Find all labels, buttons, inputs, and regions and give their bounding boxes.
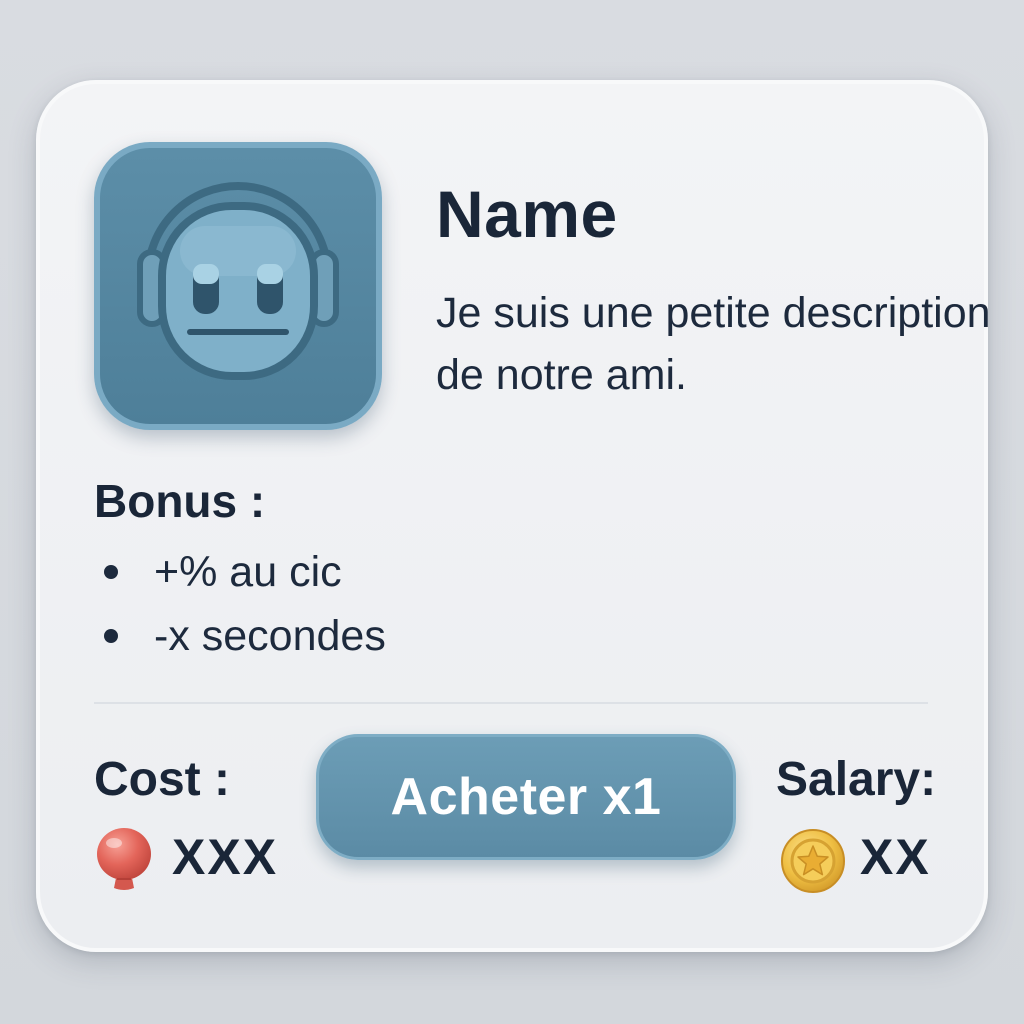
bonus-item-text: -x secondes	[154, 612, 386, 660]
robot-head-icon	[137, 182, 339, 380]
cost-value: XXX	[172, 829, 279, 885]
red-balloon-icon	[92, 826, 156, 899]
bonus-item-text: +% au cic	[154, 548, 342, 596]
salary-value: XX	[860, 829, 931, 885]
avatar	[94, 142, 382, 430]
bonus-item: -x secondes	[104, 612, 386, 661]
bonus-item: +% au cic	[104, 548, 342, 597]
unit-description: Je suis une petite description de notre …	[436, 289, 991, 399]
buy-button[interactable]: Acheter x1	[316, 734, 736, 860]
divider	[94, 702, 928, 704]
bullet-icon	[104, 564, 118, 579]
bullet-icon	[104, 628, 118, 643]
unit-name: Name	[436, 177, 618, 251]
cost-label: Cost :	[94, 753, 230, 806]
bonus-title: Bonus :	[94, 475, 266, 527]
salary-label: Salary:	[776, 753, 937, 806]
gold-star-coin-icon	[780, 828, 846, 899]
